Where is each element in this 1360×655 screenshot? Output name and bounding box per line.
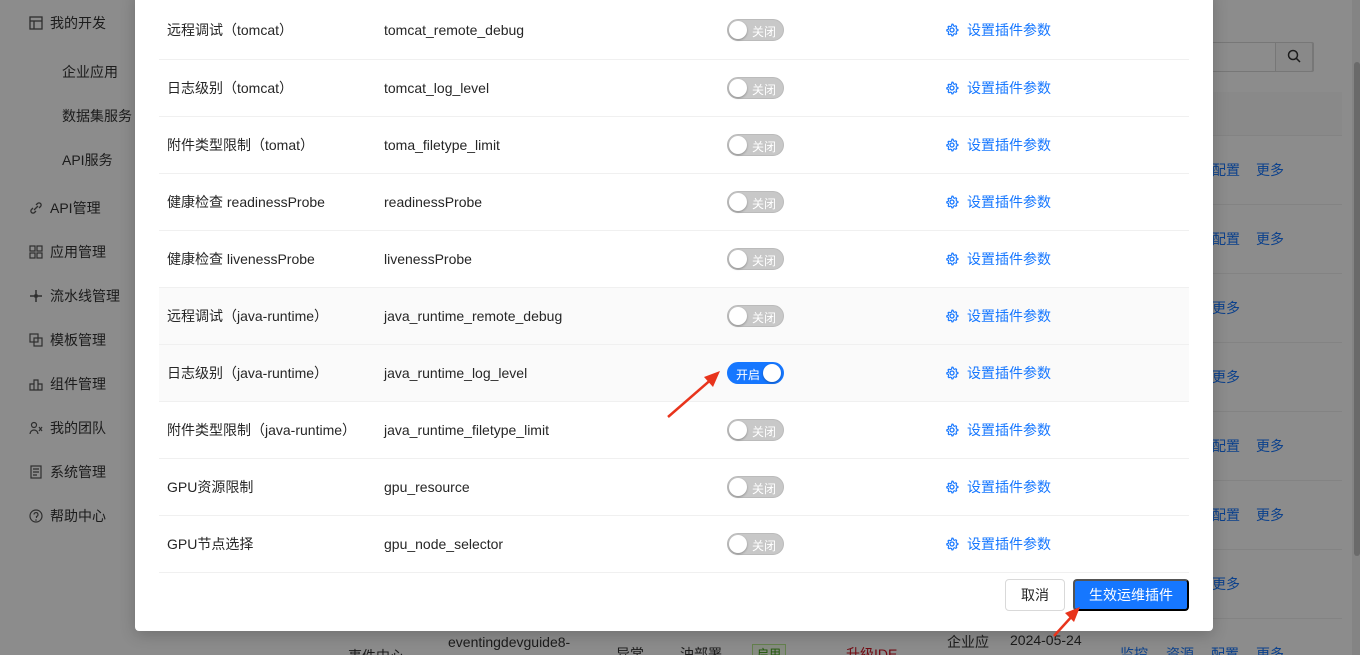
plugin-settings-link[interactable]: 设置插件参数 — [945, 192, 1051, 212]
switch-knob — [729, 250, 747, 268]
gear-icon — [945, 309, 967, 323]
plugin-row: 健康检查 readinessProbe readinessProbe 关闭 设置插件参… — [159, 174, 1189, 231]
switch-label: 关闭 — [752, 311, 777, 325]
plugin-row: 附件类型限制（tomat） toma_filetype_limit 关闭 设置插件参数 — [159, 117, 1189, 174]
plugin-key: java_runtime_log_level — [384, 365, 528, 381]
plugin-name: GPU节点选择 — [167, 536, 254, 552]
switch-knob — [763, 364, 781, 382]
settings-label: 设置插件参数 — [967, 479, 1051, 495]
plugin-toggle-switch[interactable]: 关闭 — [727, 191, 784, 213]
plugin-toggle-switch[interactable]: 开启 — [727, 362, 784, 384]
settings-label: 设置插件参数 — [967, 536, 1051, 552]
gear-icon — [945, 366, 967, 380]
plugin-name: 附件类型限制（tomat） — [167, 137, 315, 153]
settings-label: 设置插件参数 — [967, 21, 1051, 38]
plugin-name: 远程调试（java-runtime） — [167, 308, 329, 324]
plugin-name: 日志级别（tomcat） — [167, 80, 294, 96]
switch-knob — [729, 79, 747, 97]
plugin-name: 附件类型限制（java-runtime） — [167, 422, 357, 438]
plugin-settings-link[interactable]: 设置插件参数 — [945, 306, 1051, 326]
gear-icon — [945, 480, 967, 494]
switch-label: 开启 — [736, 368, 761, 382]
plugin-toggle-switch[interactable]: 关闭 — [727, 533, 784, 555]
plugin-name: 日志级别（java-runtime） — [167, 365, 329, 381]
plugin-row: 附件类型限制（java-runtime） java_runtime_filetyp… — [159, 402, 1189, 459]
plugin-settings-link[interactable]: 设置插件参数 — [945, 534, 1051, 554]
switch-label: 关闭 — [752, 83, 777, 97]
plugin-key: java_runtime_remote_debug — [384, 308, 563, 324]
plugin-toggle-switch[interactable]: 关闭 — [727, 305, 784, 327]
gear-icon — [945, 195, 967, 209]
switch-label: 关闭 — [752, 254, 777, 268]
plugin-table: 远程调试（tomcat） tomcat_remote_debug 关闭 设置插件参数日… — [159, 0, 1189, 573]
switch-knob — [729, 307, 747, 325]
settings-label: 设置插件参数 — [967, 422, 1051, 438]
switch-label: 关闭 — [752, 140, 777, 154]
plugin-name: 健康检查 livenessProbe — [167, 251, 315, 267]
switch-knob — [729, 193, 747, 211]
gear-icon — [945, 138, 967, 152]
settings-label: 设置插件参数 — [967, 137, 1051, 153]
switch-label: 关闭 — [752, 24, 777, 39]
switch-label: 关闭 — [752, 425, 777, 439]
switch-knob — [729, 535, 747, 553]
plugin-toggle-switch[interactable]: 关闭 — [727, 18, 784, 41]
plugin-row: GPU资源限制 gpu_resource 关闭 设置插件参数 — [159, 459, 1189, 516]
ops-plugin-modal: 远程调试（tomcat） tomcat_remote_debug 关闭 设置插件参数日… — [135, 0, 1213, 631]
plugin-settings-link[interactable]: 设置插件参数 — [945, 477, 1051, 497]
switch-label: 关闭 — [752, 482, 777, 496]
plugin-row: 健康检查 livenessProbe livenessProbe 关闭 设置插件参数 — [159, 231, 1189, 288]
plugin-toggle-switch[interactable]: 关闭 — [727, 134, 784, 156]
plugin-settings-link[interactable]: 设置插件参数 — [945, 20, 1051, 40]
plugin-name: 健康检查 readinessProbe — [167, 194, 325, 210]
cancel-button[interactable]: 取消 — [1005, 579, 1065, 611]
switch-knob — [729, 478, 747, 496]
gear-icon — [945, 423, 967, 437]
plugin-toggle-switch[interactable]: 关闭 — [727, 77, 784, 99]
plugin-row: 日志级别（java-runtime） java_runtime_log_level… — [159, 345, 1189, 402]
plugin-key: gpu_resource — [384, 479, 470, 495]
switch-knob — [729, 421, 747, 439]
plugin-key: java_runtime_filetype_limit — [384, 422, 549, 438]
plugin-settings-link[interactable]: 设置插件参数 — [945, 135, 1051, 155]
plugin-key: tomcat_log_level — [384, 80, 490, 96]
plugin-toggle-switch[interactable]: 关闭 — [727, 476, 784, 498]
plugin-key: livenessProbe — [384, 251, 472, 267]
plugin-settings-link[interactable]: 设置插件参数 — [945, 249, 1051, 269]
plugin-settings-link[interactable]: 设置插件参数 — [945, 420, 1051, 440]
apply-plugins-button[interactable]: 生效运维插件 — [1073, 579, 1189, 611]
plugin-name: GPU资源限制 — [167, 479, 254, 495]
switch-knob — [729, 136, 747, 154]
plugin-toggle-switch[interactable]: 关闭 — [727, 419, 784, 441]
switch-knob — [729, 20, 747, 39]
settings-label: 设置插件参数 — [967, 365, 1051, 381]
switch-label: 关闭 — [752, 197, 777, 211]
plugin-key: tomcat_remote_debug — [384, 21, 525, 38]
plugin-row: GPU节点选择 gpu_node_selector 关闭 设置插件参数 — [159, 516, 1189, 573]
switch-label: 关闭 — [752, 539, 777, 553]
plugin-settings-link[interactable]: 设置插件参数 — [945, 78, 1051, 98]
plugin-row: 远程调试（java-runtime） java_runtime_remote_de… — [159, 288, 1189, 345]
settings-label: 设置插件参数 — [967, 251, 1051, 267]
gear-icon — [945, 81, 967, 95]
plugin-key: gpu_node_selector — [384, 536, 504, 552]
plugin-row: 日志级别（tomcat） tomcat_log_level 关闭 设置插件参数 — [159, 60, 1189, 117]
plugin-toggle-switch[interactable]: 关闭 — [727, 248, 784, 270]
gear-icon — [945, 537, 967, 551]
plugin-key: readinessProbe — [384, 194, 483, 210]
settings-label: 设置插件参数 — [967, 194, 1051, 210]
settings-label: 设置插件参数 — [967, 308, 1051, 324]
plugin-settings-link[interactable]: 设置插件参数 — [945, 363, 1051, 383]
plugin-row: 远程调试（tomcat） tomcat_remote_debug 关闭 设置插件参数 — [159, 0, 1189, 60]
gear-icon — [945, 22, 967, 37]
plugin-name: 远程调试（tomcat） — [167, 21, 294, 38]
plugin-key: toma_filetype_limit — [384, 137, 500, 153]
settings-label: 设置插件参数 — [967, 80, 1051, 96]
gear-icon — [945, 252, 967, 266]
